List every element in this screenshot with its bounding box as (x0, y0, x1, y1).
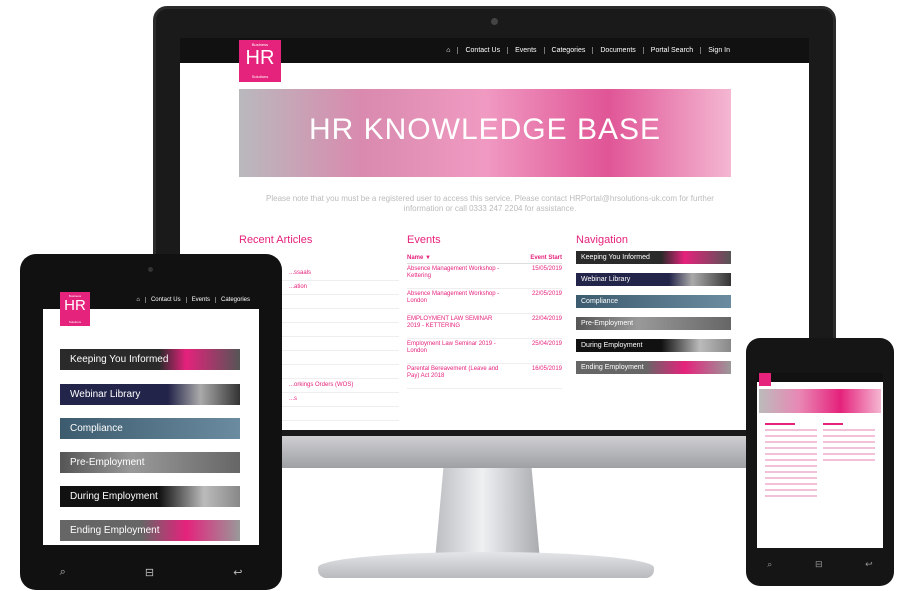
phone-events-column (823, 423, 875, 465)
logo-small-top: Business (68, 294, 82, 298)
nav-pre-employment[interactable]: Pre-Employment (576, 317, 731, 330)
phone-nav-bar (757, 373, 883, 382)
logo-main: HR (245, 47, 275, 69)
search-icon[interactable]: ⌕ (767, 559, 772, 570)
phone-hardware-buttons: ⌕ ⊟ ↩ (746, 554, 894, 574)
nav-events[interactable]: Events (507, 47, 543, 54)
tablet-nav-compliance[interactable]: Compliance (60, 418, 240, 439)
phone-hero-banner (759, 389, 881, 413)
hero-banner: HR KNOWLEDGE BASE (239, 89, 731, 177)
nav-contact-us[interactable]: Contact Us (457, 47, 507, 54)
event-start: 22/04/2019 (531, 316, 562, 322)
event-name[interactable]: EMPLOYMENT LAW SEMINAR 2019 - KETTERING (407, 316, 502, 336)
back-icon[interactable]: ↩ (865, 559, 873, 570)
nav-sign-in[interactable]: Sign In (700, 47, 737, 54)
tablet-nav-links: ⌂ Contact Us Events Categories (131, 291, 255, 309)
nav-categories[interactable]: Categories (543, 47, 593, 54)
event-name[interactable]: Employment Law Seminar 2019 - London (407, 341, 502, 361)
event-start: 16/05/2019 (531, 366, 562, 372)
table-row[interactable]: Absence Management Workshop - London 22/… (407, 289, 562, 314)
tablet-hardware-buttons: ⌕ ⊟ ↩ (20, 560, 282, 584)
home-icon[interactable]: ⊟ (145, 566, 154, 579)
tablet-camera (148, 267, 153, 272)
nav-documents[interactable]: Documents (592, 47, 642, 54)
event-start: 15/05/2019 (531, 266, 562, 272)
tablet-nav-during-employment[interactable]: During Employment (60, 486, 240, 507)
hr-logo[interactable]: Business HR Solutions (239, 40, 281, 82)
search-icon[interactable]: ⌕ (60, 566, 66, 579)
col-name-header[interactable]: Name ▼ (407, 255, 431, 261)
event-start: 25/04/2019 (531, 341, 562, 347)
tablet-screen: Business HR Solutions ⌂ Contact Us Event… (43, 291, 259, 545)
table-row[interactable]: Parental Bereavement (Leave and Pay) Act… (407, 364, 562, 389)
table-row[interactable]: Employment Law Seminar 2019 - London 25/… (407, 339, 562, 364)
events-table: Name ▼ Event Start Absence Management Wo… (407, 253, 562, 389)
monitor-camera (491, 18, 498, 25)
navigation-list: Keeping You Informed Webinar Library Com… (576, 251, 731, 383)
nav-webinar-library[interactable]: Webinar Library (576, 273, 731, 286)
nav-keeping-you-informed[interactable]: Keeping You Informed (576, 251, 731, 264)
event-name[interactable]: Absence Management Workshop - London (407, 291, 502, 311)
tablet-nav-keeping-you-informed[interactable]: Keeping You Informed (60, 349, 240, 370)
logo-small-bottom: Solutions (251, 74, 269, 79)
hero-title: HR KNOWLEDGE BASE (308, 113, 662, 146)
recent-articles-heading: Recent Articles (239, 234, 313, 246)
logo-main: HR (64, 297, 86, 314)
nav-links: ⌂ Contact Us Events Categories Documents… (439, 38, 737, 63)
event-name[interactable]: Absence Management Workshop - Kettering (407, 266, 502, 286)
monitor-stand-base (318, 552, 654, 578)
events-header-row: Name ▼ Event Start (407, 253, 562, 264)
tablet-nav-pre-employment[interactable]: Pre-Employment (60, 452, 240, 473)
home-icon[interactable]: ⌂ (131, 297, 145, 303)
logo-small-top: Business (251, 42, 269, 47)
phone-articles-column (765, 423, 817, 501)
back-icon[interactable]: ↩ (233, 566, 242, 579)
nav-events[interactable]: Events (185, 297, 215, 303)
nav-portal-search[interactable]: Portal Search (642, 47, 700, 54)
monitor-stand-neck (435, 468, 540, 560)
tablet-nav-ending-employment[interactable]: Ending Employment (60, 520, 240, 541)
event-start: 22/05/2019 (531, 291, 562, 297)
home-icon[interactable]: ⌂ (439, 47, 457, 54)
table-row[interactable]: Absence Management Workshop - Kettering … (407, 264, 562, 289)
tablet-hr-logo[interactable]: Business HR Solutions (60, 292, 90, 326)
table-row[interactable]: EMPLOYMENT LAW SEMINAR 2019 - KETTERING … (407, 314, 562, 339)
nav-categories[interactable]: Categories (214, 297, 255, 303)
access-note: Please note that you must be a registere… (266, 194, 714, 213)
tablet-nav-webinar-library[interactable]: Webinar Library (60, 384, 240, 405)
nav-compliance[interactable]: Compliance (576, 295, 731, 308)
nav-ending-employment[interactable]: Ending Employment (576, 361, 731, 374)
event-name[interactable]: Parental Bereavement (Leave and Pay) Act… (407, 366, 502, 386)
nav-during-employment[interactable]: During Employment (576, 339, 731, 352)
logo-small-bottom: Solutions (68, 320, 82, 324)
col-start-header[interactable]: Event Start (530, 255, 562, 261)
phone-screen (757, 373, 883, 548)
events-heading: Events (407, 234, 441, 246)
nav-contact-us[interactable]: Contact Us (144, 297, 186, 303)
phone-hr-logo[interactable] (759, 373, 771, 386)
home-icon[interactable]: ⊟ (815, 559, 823, 570)
navigation-heading: Navigation (576, 234, 628, 246)
